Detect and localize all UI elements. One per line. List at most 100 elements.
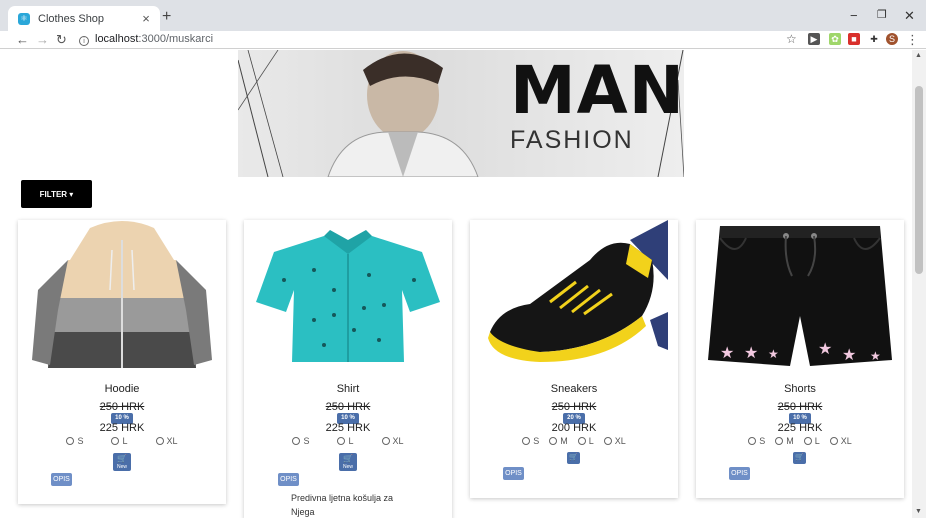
size-option-s[interactable]: S [748,436,765,446]
product-name: Shorts [784,383,816,395]
shirt-image [256,230,440,362]
sneakers-image [488,220,668,362]
size-label: M [786,436,794,446]
product-card-hoodie: Hoodie 250 HRK 10 % 225 HRK S L XL 🛒 New… [18,220,226,504]
size-label: XL [614,436,626,446]
size-option-l[interactable]: L [577,436,594,446]
radio-l[interactable] [577,437,586,445]
product-name: Hoodie [104,383,140,395]
forward-arrow-icon[interactable]: → [36,32,49,47]
opis-button[interactable]: OPIS [51,473,72,486]
brand-logo-sub: FASHION [510,126,634,154]
page-scrollbar[interactable]: ▲ ▼ [912,50,926,518]
size-option-xl[interactable]: XL [155,436,178,446]
radio-xl[interactable] [381,437,390,445]
extension-leaf-icon[interactable]: ✿ [829,33,841,45]
browser-menu-icon[interactable]: ⋮ [906,32,919,48]
size-label: L [122,436,128,446]
size-label: XL [166,436,178,446]
add-to-cart-button[interactable]: 🛒 [793,452,806,464]
radio-xl[interactable] [829,437,838,445]
scrollbar-thumb[interactable] [915,86,923,274]
filter-button[interactable]: FILTER ▾ [21,180,92,208]
url-host: localhost [95,33,139,45]
brand-logo-main: MAN [510,52,684,129]
size-option-s[interactable]: S [66,436,83,446]
size-option-xl[interactable]: XL [603,436,626,446]
size-option-xl[interactable]: XL [829,436,852,446]
url-field[interactable]: i localhost:3000/muskarci [79,33,213,46]
site-info-icon[interactable]: i [79,36,89,46]
radio-m[interactable] [549,437,558,445]
product-card-sneakers: Sneakers 250 HRK 20 % 200 HRK S M L XL 🛒… [470,220,678,498]
close-window-button[interactable]: ✕ [904,8,915,24]
opis-button[interactable]: OPIS [503,467,524,480]
old-price: 250 HRK [325,401,371,413]
radio-l[interactable] [111,437,120,445]
radio-m[interactable] [775,437,784,445]
size-option-l[interactable]: L [803,436,820,446]
size-label: L [814,436,820,446]
size-option-m[interactable]: M [775,436,794,446]
browser-tab[interactable]: ⚛ Clothes Shop × [8,6,160,31]
add-to-cart-button[interactable]: 🛒 New [339,453,357,471]
cart-label: New [342,464,353,470]
shorts-image: ★ ★ ★ ★ ★ ★ [708,226,892,366]
size-label: S [759,436,766,446]
address-bar: ← → ↻ i localhost:3000/muskarci ☆ ▶ ✿ ■ ✚… [0,31,926,49]
size-option-l[interactable]: L [111,436,128,446]
cart-icon: 🛒 [569,454,578,461]
size-options: S L XL [244,436,452,446]
radio-s[interactable] [748,437,757,445]
size-option-xl[interactable]: XL [381,436,404,446]
size-options: S M L XL [470,436,678,446]
radio-l[interactable] [337,437,346,445]
product-description: Predivna ljetna košulja za Njega [291,493,394,517]
opis-button[interactable]: OPIS [278,473,299,486]
radio-s[interactable] [522,437,531,445]
opis-button[interactable]: OPIS [729,467,750,480]
add-to-cart-button[interactable]: 🛒 [567,452,580,464]
new-price: 225 HRK [99,422,145,434]
tab-close-icon[interactable]: × [138,11,154,26]
radio-xl[interactable] [603,437,612,445]
product-name: Sneakers [550,383,598,395]
size-option-l[interactable]: L [337,436,354,446]
cart-icon: 🛒 [795,454,804,461]
new-price: 225 HRK [325,422,371,434]
product-card-shorts: ★ ★ ★ ★ ★ ★ Shorts 250 HRK 10 % 225 HRK … [696,220,904,498]
restore-button[interactable]: ❐ [877,8,887,21]
size-label: S [77,436,84,446]
add-to-cart-button[interactable]: 🛒 New [113,453,131,471]
size-option-s[interactable]: S [522,436,539,446]
extensions-puzzle-icon[interactable]: ✚ [868,33,880,45]
bookmark-star-icon[interactable]: ☆ [786,32,797,46]
profile-avatar[interactable]: S [886,33,898,45]
cart-icon: 🛒 [117,454,127,463]
reload-icon[interactable]: ↻ [56,32,67,48]
radio-xl[interactable] [155,437,164,445]
scroll-up-arrow-icon[interactable]: ▲ [915,52,922,59]
size-option-m[interactable]: M [549,436,568,446]
radio-s[interactable] [66,437,75,445]
new-price: 225 HRK [777,422,823,434]
extension-red-icon[interactable]: ■ [848,33,860,45]
svg-text:★: ★ [842,345,856,364]
new-tab-button[interactable]: + [162,8,171,26]
product-card-shirt: Shirt 250 HRK 10 % 225 HRK S L XL 🛒 New … [244,220,452,518]
back-arrow-icon[interactable]: ← [16,32,29,47]
new-price: 200 HRK [551,422,597,434]
product-name: Shirt [336,383,360,395]
size-label: S [533,436,540,446]
scroll-down-arrow-icon[interactable]: ▼ [915,508,922,515]
minimize-button[interactable]: − [850,8,858,23]
old-price: 250 HRK [99,401,145,413]
radio-s[interactable] [292,437,301,445]
size-option-s[interactable]: S [292,436,309,446]
url-path: :3000/muskarci [138,33,214,45]
size-label: L [588,436,594,446]
hero-banner: MAN FASHION [238,50,684,177]
extension-screen-icon[interactable]: ▶ [808,33,820,45]
size-label: L [348,436,354,446]
radio-l[interactable] [803,437,812,445]
